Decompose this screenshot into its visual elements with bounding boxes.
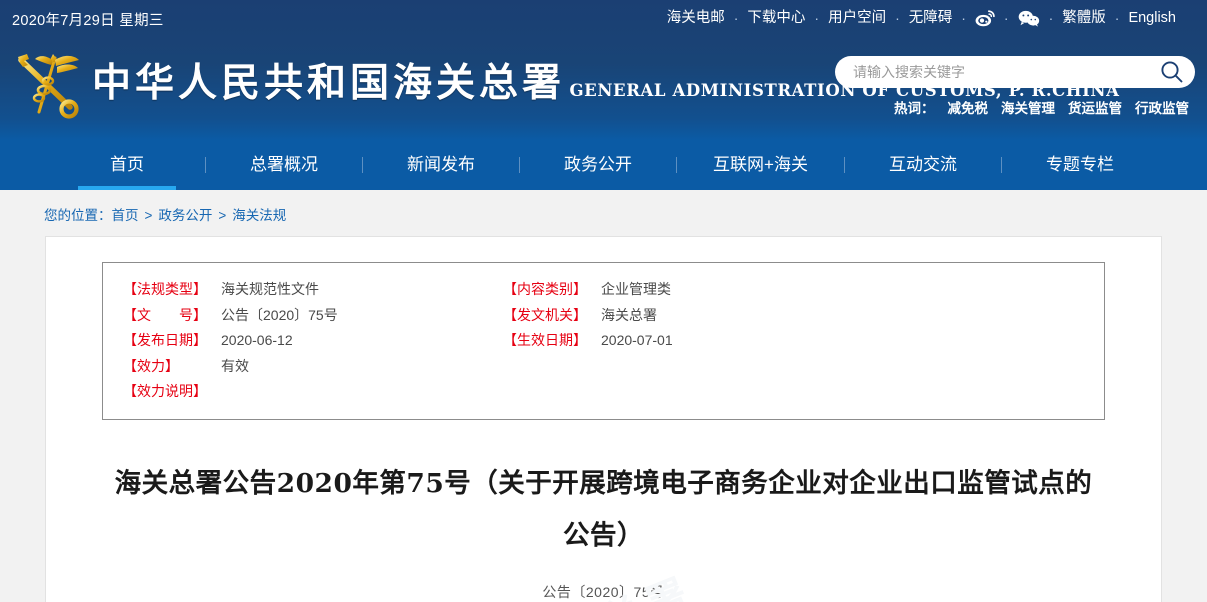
current-date: 2020年7月29日 星期三 <box>12 13 164 29</box>
nav-item-internet-plus-customs[interactable]: 互联网+海关 <box>699 140 822 190</box>
search-button[interactable] <box>1159 59 1185 85</box>
breadcrumb-separator: > <box>218 208 227 223</box>
nav-separator <box>676 157 678 173</box>
search-area: 热词： 减免税海关管理货运监管行政监管 <box>835 56 1195 118</box>
metadata-row-validity: 【效力】 有效 <box>123 354 503 380</box>
top-link-customs-email[interactable]: 海关电邮 <box>658 8 734 28</box>
nav-separator <box>843 157 845 173</box>
search-box[interactable] <box>835 56 1195 88</box>
hotword-3[interactable]: 行政监管 <box>1135 101 1189 116</box>
hotword-0[interactable]: 减免税 <box>948 101 989 116</box>
content-card: 【法规类型】 海关规范性文件 【文 号】 公告〔2020〕75号 【发布日期】 … <box>45 236 1162 602</box>
weibo-icon[interactable] <box>966 8 1004 28</box>
nav-item-overview[interactable]: 总署概况 <box>228 140 340 190</box>
metadata-key: 【发文机关】 <box>503 306 587 323</box>
search-icon <box>1161 61 1183 83</box>
metadata-key: 【内容类别】 <box>503 281 587 297</box>
metadata-value: 2020-06-12 <box>221 332 293 348</box>
document-metadata-box: 【法规类型】 海关规范性文件 【文 号】 公告〔2020〕75号 【发布日期】 … <box>102 262 1105 420</box>
breadcrumb-label: 您的位置： <box>44 208 112 223</box>
hotwords-bar: 热词： 减免税 海关管理 货运监管 行政监管 <box>835 97 1195 118</box>
metadata-value: 海关规范性文件 <box>221 281 319 297</box>
metadata-column-right: 【内容类别】 企业管理类 【发文机关】 海关总署 【生效日期】 2020-07-… <box>503 277 673 405</box>
top-link-download-center[interactable]: 下载中心 <box>738 8 814 28</box>
metadata-row-publish-date: 【发布日期】 2020-06-12 <box>123 328 503 354</box>
hotwords-label: 热词： <box>894 101 935 116</box>
customs-emblem-icon <box>8 44 84 122</box>
top-link-user-space[interactable]: 用户空间 <box>819 8 895 28</box>
search-input[interactable] <box>835 57 1195 87</box>
top-link-traditional-chinese[interactable]: 繁體版 <box>1053 8 1115 28</box>
nav-item-home[interactable]: 首页 <box>71 140 183 190</box>
metadata-value: 有效 <box>221 357 249 374</box>
document-title: 海关总署公告2020年第75号（关于开展跨境电子商务企业对企业出口监管试点的公告… <box>114 467 1093 551</box>
logo-title-cn: 中华人民共和国海关总署 <box>92 60 566 106</box>
metadata-key: 【生效日期】 <box>503 332 587 348</box>
metadata-key: 【效力】 <box>123 357 179 374</box>
nav-separator <box>1000 157 1002 173</box>
nav-separator <box>362 157 364 173</box>
top-utility-bar: 2020年7月29日 星期三 海关电邮 · 下载中心 · 用户空间 · 无障碍 … <box>0 0 1207 38</box>
metadata-row-issuing-authority: 【发文机关】 海关总署 <box>503 303 673 329</box>
top-link-accessibility[interactable]: 无障碍 <box>900 8 962 28</box>
nav-item-government-affairs[interactable]: 政务公开 <box>542 140 654 190</box>
metadata-key: 【文 号】 <box>123 306 207 323</box>
breadcrumb-separator: > <box>144 208 153 223</box>
breadcrumb-item-customs-regulations[interactable]: 海关法规 <box>232 208 286 223</box>
document-subtitle: 公告〔2020〕75号 <box>542 583 665 600</box>
breadcrumb-item-government-affairs[interactable]: 政务公开 <box>158 208 212 223</box>
metadata-value: 企业管理类 <box>601 281 671 297</box>
nav-item-interaction[interactable]: 互动交流 <box>867 140 979 190</box>
top-links-group: 海关电邮 · 下载中心 · 用户空间 · 无障碍 · · · 繁體版 · Eng… <box>658 8 1185 28</box>
metadata-key: 【发布日期】 <box>123 332 207 348</box>
metadata-row-content-category: 【内容类别】 企业管理类 <box>503 277 673 303</box>
metadata-row-document-number: 【文 号】 公告〔2020〕75号 <box>123 303 503 329</box>
nav-item-news[interactable]: 新闻发布 <box>385 140 497 190</box>
wechat-icon[interactable] <box>1009 8 1049 28</box>
metadata-column-left: 【法规类型】 海关规范性文件 【文 号】 公告〔2020〕75号 【发布日期】 … <box>103 277 503 405</box>
top-link-english[interactable]: English <box>1119 8 1185 28</box>
metadata-row-validity-note: 【效力说明】 <box>123 379 503 405</box>
hotword-2[interactable]: 货运监管 <box>1068 101 1122 116</box>
metadata-value: 公告〔2020〕75号 <box>221 306 338 323</box>
hotword-1[interactable]: 海关管理 <box>1001 101 1055 116</box>
metadata-key: 【法规类型】 <box>123 281 207 297</box>
nav-separator <box>519 157 521 173</box>
metadata-value: 海关总署 <box>601 306 657 323</box>
site-header: 2020年7月29日 星期三 海关电邮 · 下载中心 · 用户空间 · 无障碍 … <box>0 0 1207 140</box>
nav-separator <box>205 157 207 173</box>
metadata-key: 【效力说明】 <box>123 383 207 399</box>
metadata-value: 2020-07-01 <box>601 332 673 348</box>
page-body: 您的位置：首页 > 政务公开 > 海关法规 【法规类型】 海关规范性文件 【文 号】 公… <box>0 190 1207 602</box>
nav-item-special-topics[interactable]: 专题专栏 <box>1024 140 1136 190</box>
breadcrumb: 您的位置：首页 > 政务公开 > 海关法规 <box>0 190 1207 236</box>
breadcrumb-item-home[interactable]: 首页 <box>112 208 139 223</box>
metadata-row-regulation-type: 【法规类型】 海关规范性文件 <box>123 277 503 303</box>
metadata-row-effective-date: 【生效日期】 2020-07-01 <box>503 328 673 354</box>
main-navigation: 首页 总署概况 新闻发布 政务公开 互联网+海关 互动交流 专题专栏 <box>0 140 1207 190</box>
